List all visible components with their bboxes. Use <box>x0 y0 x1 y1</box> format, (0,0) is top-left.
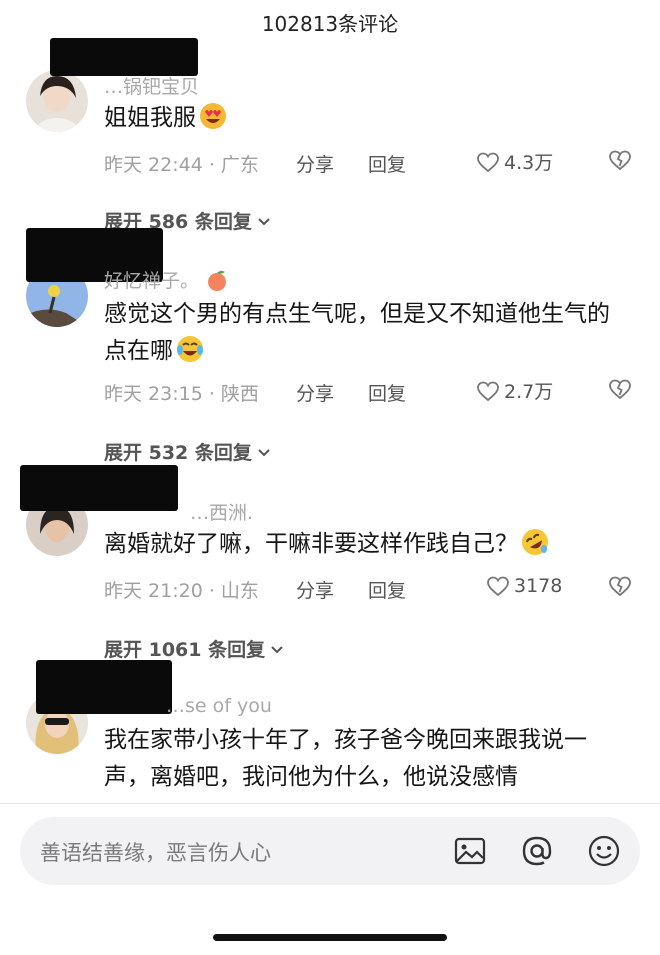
comment-meta: 昨天 23:15 · 陕西 分享 回复 2.7万 <box>104 377 634 407</box>
crying-laughing-emoji <box>177 336 203 362</box>
username[interactable]: …se of you <box>166 695 272 717</box>
dislike-button[interactable] <box>608 574 632 603</box>
redacted-username-block <box>50 38 198 76</box>
heart-eyes-emoji <box>200 103 226 129</box>
like-count: 4.3万 <box>504 152 554 174</box>
chevron-down-icon <box>258 217 270 225</box>
dislike-button[interactable] <box>608 148 632 177</box>
image-icon[interactable] <box>453 834 487 868</box>
like-button[interactable]: 3178 <box>486 574 562 598</box>
expand-replies-button[interactable]: 展开 1061 条回复 <box>104 635 285 662</box>
comment-text: 我在家带小孩十年了，孩子爸今晚回来跟我说一声，离婚吧，我问他为什么，他说没感情 <box>104 727 587 790</box>
avatar[interactable] <box>26 70 88 132</box>
comment-count-title: 102813条评论 <box>261 12 399 36</box>
reply-button[interactable]: 回复 <box>368 150 406 177</box>
heart-icon <box>477 152 499 172</box>
like-button[interactable]: 4.3万 <box>476 148 553 175</box>
like-count: 2.7万 <box>504 381 554 403</box>
reply-button[interactable]: 回复 <box>368 379 406 406</box>
share-button[interactable]: 分享 <box>296 576 334 603</box>
time-location: 昨天 22:44 · 广东 <box>104 154 259 176</box>
dislike-button[interactable] <box>608 377 632 406</box>
username[interactable]: 好忆禅子。 <box>104 266 229 293</box>
expand-replies-button[interactable]: 展开 532 条回复 <box>104 438 272 465</box>
home-indicator[interactable] <box>213 934 447 941</box>
chevron-down-icon <box>258 448 270 456</box>
peach-icon <box>208 270 227 291</box>
share-button[interactable]: 分享 <box>296 150 334 177</box>
username[interactable]: …锅钯宝贝 <box>104 72 199 99</box>
redacted-username-block <box>36 660 172 714</box>
broken-heart-icon <box>609 379 631 400</box>
like-button[interactable]: 2.7万 <box>476 377 553 404</box>
divider <box>0 803 660 804</box>
emoji-icon[interactable] <box>587 834 621 868</box>
heart-icon <box>487 576 509 597</box>
mention-icon[interactable] <box>520 834 554 868</box>
comment-input-bar[interactable]: 善语结善缘，恶言伤人心 <box>20 817 640 885</box>
heart-icon <box>477 381 499 401</box>
chevron-down-icon <box>271 645 283 653</box>
comment-text: 姐姐我服 <box>104 100 629 137</box>
comment-meta: 昨天 22:44 · 广东 分享 回复 4.3万 <box>104 148 634 178</box>
comment-text: 感觉这个男的有点生气呢，但是又不知道他生气的点在哪 <box>104 301 610 364</box>
broken-heart-icon <box>609 150 631 171</box>
like-count: 3178 <box>514 575 563 597</box>
time-location: 昨天 23:15 · 陕西 <box>104 383 259 405</box>
broken-heart-icon <box>609 576 631 597</box>
comment-text: 离婚就好了嘛，干嘛非要这样作践自己？ <box>104 526 629 563</box>
username[interactable]: …西洲. <box>190 498 253 525</box>
comment-meta: 昨天 21:20 · 山东 分享 回复 3178 <box>104 574 634 604</box>
rolling-laughing-emoji <box>522 529 548 555</box>
time-location: 昨天 21:20 · 山东 <box>104 580 259 602</box>
comment-input-placeholder[interactable]: 善语结善缘，恶言伤人心 <box>40 837 271 867</box>
share-button[interactable]: 分享 <box>296 379 334 406</box>
reply-button[interactable]: 回复 <box>368 576 406 603</box>
redacted-username-block <box>20 465 178 511</box>
